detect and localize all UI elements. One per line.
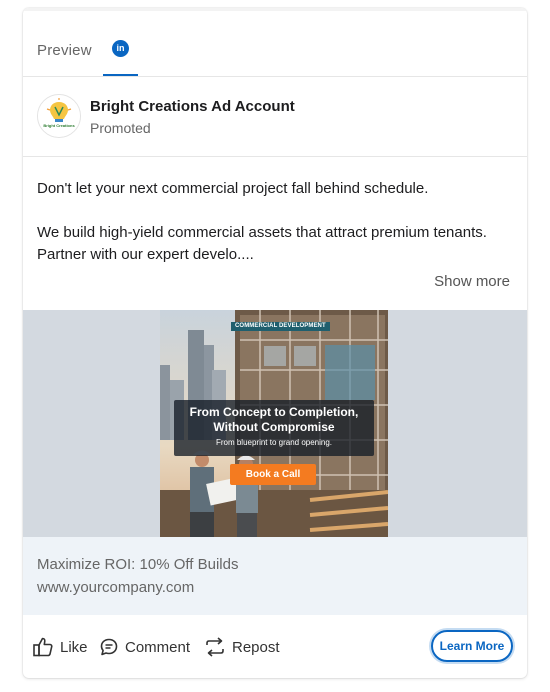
tab-preview[interactable]: Preview [37, 42, 92, 59]
creative-headline-line2: Without Compromise [213, 420, 335, 434]
post-text: Don't let your next commercial project f… [37, 178, 507, 266]
learn-more-button[interactable]: Learn More [431, 630, 513, 662]
creative-badge: COMMERCIAL DEVELOPMENT [231, 322, 330, 331]
creative-text-panel: From Concept to Completion, Without Comp… [174, 400, 374, 456]
account-name[interactable]: Bright Creations Ad Account [90, 98, 295, 115]
comment-button[interactable]: Comment [99, 635, 190, 659]
ad-preview-card: Preview in Bright Creations Bright Creat… [23, 8, 527, 678]
lightbulb-icon [38, 95, 80, 137]
social-actions-bar: Like Comment Repost Learn More [23, 615, 527, 678]
preview-tabs: Preview in [23, 36, 527, 77]
link-preview[interactable]: Maximize ROI: 10% Off Builds www.yourcom… [23, 537, 527, 615]
link-url: www.yourcompany.com [37, 579, 195, 596]
creative-headline: From Concept to Completion, Without Comp… [174, 405, 374, 435]
creative-container[interactable]: COMMERCIAL DEVELOPMENT From Concept to C… [23, 310, 527, 537]
promoted-label: Promoted [90, 120, 151, 136]
like-button[interactable]: Like [32, 635, 88, 659]
avatar[interactable]: Bright Creations [37, 94, 81, 138]
comment-icon [100, 638, 118, 656]
like-label: Like [60, 638, 88, 656]
creative-subline: From blueprint to grand opening. [215, 438, 333, 447]
card-top-border [23, 8, 527, 11]
repost-button[interactable]: Repost [204, 635, 280, 659]
show-more-link[interactable]: Show more [434, 273, 510, 290]
post-paragraph-2: We build high-yield commercial assets th… [37, 224, 487, 263]
creative-headline-line1: From Concept to Completion, [189, 405, 359, 419]
link-headline: Maximize ROI: 10% Off Builds [37, 556, 239, 573]
repost-icon [206, 637, 224, 657]
post-header: Bright Creations Bright Creations Ad Acc… [23, 77, 527, 157]
comment-label: Comment [125, 638, 191, 656]
ad-creative-image[interactable]: COMMERCIAL DEVELOPMENT From Concept to C… [160, 310, 388, 537]
linkedin-icon: in [112, 40, 129, 57]
post-paragraph-1: Don't let your next commercial project f… [37, 180, 429, 197]
logo-text: Bright Creations [43, 123, 75, 128]
tab-linkedin[interactable]: in [103, 36, 138, 76]
repost-label: Repost [232, 638, 280, 656]
creative-cta-button[interactable]: Book a Call [230, 464, 316, 485]
thumbs-up-icon [33, 637, 53, 657]
